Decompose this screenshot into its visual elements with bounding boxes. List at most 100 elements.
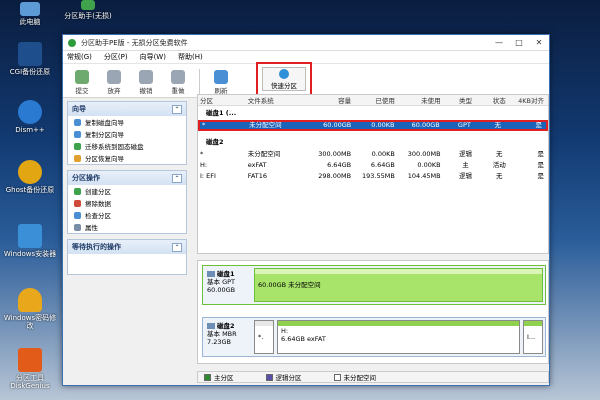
- key-icon: [18, 288, 42, 312]
- desktop: 此电脑 分区助手(无损) CGI备份还原 Dism++ Ghost备份还原 Wi…: [0, 0, 112, 400]
- op-wipe-data[interactable]: 擦除数据: [68, 197, 186, 209]
- disk-map: 磁盘1 基本 GPT 60.00GB 60.00GB 未分配空间 磁盘2 基本 …: [197, 260, 549, 364]
- wizard-item-copy-partition[interactable]: 复制分区向导: [68, 128, 186, 140]
- col-type[interactable]: 类型: [445, 95, 485, 105]
- legend-bar: 主分区 逻辑分区 未分配空间: [197, 371, 549, 383]
- menu-help[interactable]: 帮助(H): [178, 52, 203, 62]
- primary-swatch: [204, 373, 211, 381]
- partition-assistant-icon: [81, 0, 95, 10]
- disk1-map[interactable]: 磁盘1 基本 GPT 60.00GB 60.00GB 未分配空间: [202, 265, 546, 305]
- collapse-icon[interactable]: ⌃: [172, 104, 182, 114]
- ops-panel: 分区操作 ⌃ 创建分区 擦除数据 检查分区 属性: [67, 170, 187, 234]
- pending-panel-header[interactable]: 等待执行的操作 ⌃: [68, 240, 186, 254]
- table-row-disk1-unallocated[interactable]: * 未分配空间 60.00GB 0.00KB 60.00GB GPT 无 是: [198, 120, 548, 131]
- wipe-icon: [74, 199, 81, 207]
- redo-button[interactable]: 重做: [163, 70, 193, 95]
- disk1-unallocated-block[interactable]: 60.00GB 未分配空间: [254, 268, 543, 302]
- close-button[interactable]: ✕: [529, 38, 549, 47]
- desktop-icon-this-pc[interactable]: 此电脑: [2, 2, 58, 26]
- menu-general[interactable]: 常规(G): [67, 52, 92, 62]
- desktop-icon-diskgenius[interactable]: 分区工具DiskGenius: [2, 348, 58, 390]
- discard-icon: [107, 70, 121, 84]
- op-create-partition[interactable]: 创建分区: [68, 185, 186, 197]
- table-row[interactable]: H: exFAT 6.64GB 6.64GB 0.00KB 主活动是: [198, 160, 548, 171]
- col-4k-align[interactable]: 4KB对齐: [512, 95, 548, 105]
- discard-button[interactable]: 放弃: [99, 70, 129, 95]
- logical-swatch: [265, 373, 273, 381]
- ops-panel-header[interactable]: 分区操作 ⌃: [68, 171, 186, 185]
- recovery-icon: [74, 154, 81, 162]
- op-check-partition[interactable]: 检查分区: [68, 209, 186, 221]
- copy-disk-icon: [74, 118, 81, 126]
- migrate-icon: [74, 142, 81, 150]
- col-used[interactable]: 已使用: [355, 95, 399, 105]
- create-icon: [74, 187, 81, 195]
- disk1-info: 磁盘1 基本 GPT 60.00GB: [207, 270, 236, 294]
- disk1-group-label: 磁盘1 (...: [206, 109, 237, 117]
- disk-icon: [207, 271, 215, 277]
- title-bar: 分区助手PE版 - 无损分区免费软件 — □ ✕: [63, 35, 549, 51]
- disk2-group-label: 磁盘2: [206, 138, 224, 146]
- wizard-item-recovery[interactable]: 分区恢复向导: [68, 152, 186, 164]
- toolbar-separator: [199, 69, 200, 95]
- desktop-icon-windows-installer[interactable]: Windows安装器: [2, 224, 58, 258]
- usage-bar: [255, 269, 542, 274]
- table-header: 分区 文件系统 容量 已使用 未使用 类型 状态 4KB对齐: [198, 95, 548, 106]
- desktop-icon-partition-assistant[interactable]: 分区助手(无损): [58, 0, 118, 20]
- wizard-item-copy-disk[interactable]: 复制磁盘向导: [68, 116, 186, 128]
- refresh-icon: [214, 70, 228, 84]
- app-icon: [67, 37, 77, 48]
- pending-list: [68, 254, 186, 274]
- desktop-icon-dism[interactable]: Dism++: [2, 100, 58, 134]
- table-row[interactable]: I: EFI FAT16 298.00MB 193.55MB 104.45MB 逻辑无是: [198, 171, 548, 182]
- redo-icon: [171, 70, 185, 84]
- minimize-button[interactable]: —: [489, 38, 509, 47]
- left-sidebar: 向导 ⌃ 复制磁盘向导 复制分区向导 迁移系统到固态磁盘 分区恢复向导 分区操作 ⌃…: [67, 101, 187, 361]
- gear-icon: [18, 100, 42, 124]
- app-window: 分区助手PE版 - 无损分区免费软件 — □ ✕ 常规(G) 分区(P) 向导(…: [62, 34, 550, 386]
- toolbar: 提交 放弃 撤销 重做 刷新 快速分区: [63, 62, 549, 98]
- table-row[interactable]: * 未分配空间 300.00MB 0.00KB 300.00MB 逻辑无是: [198, 149, 548, 160]
- pending-panel: 等待执行的操作 ⌃: [67, 239, 187, 275]
- quick-partition-button[interactable]: 快速分区: [262, 67, 306, 91]
- col-capacity[interactable]: 容量: [305, 95, 355, 105]
- usage-bar: [524, 321, 542, 326]
- partition-table: 分区 文件系统 容量 已使用 未使用 类型 状态 4KB对齐 磁盘1 (... …: [197, 94, 549, 254]
- disk-icon: [207, 323, 215, 329]
- wizard-panel-header[interactable]: 向导 ⌃: [68, 102, 186, 116]
- refresh-button[interactable]: 刷新: [206, 70, 236, 95]
- wizard-item-migrate-os[interactable]: 迁移系统到固态磁盘: [68, 140, 186, 152]
- menu-partition[interactable]: 分区(P): [104, 52, 128, 62]
- maximize-button[interactable]: □: [509, 38, 529, 47]
- diskgenius-icon: [18, 348, 42, 372]
- col-unused[interactable]: 未使用: [399, 95, 445, 105]
- computer-icon: [20, 2, 40, 16]
- undo-button[interactable]: 撤销: [131, 70, 161, 95]
- checkmark-icon: [75, 70, 89, 84]
- unallocated-swatch: [333, 373, 341, 381]
- collapse-icon[interactable]: ⌃: [172, 173, 182, 183]
- desktop-icon-ghost[interactable]: Ghost备份还原: [2, 160, 58, 194]
- col-partition[interactable]: 分区: [198, 95, 246, 105]
- copy-partition-icon: [74, 130, 81, 138]
- cgi-icon: [18, 42, 42, 66]
- col-filesystem[interactable]: 文件系统: [246, 95, 306, 105]
- commit-button[interactable]: 提交: [67, 70, 97, 95]
- disk2-map[interactable]: 磁盘2 基本 MBR 7.23GB *. H: 6.64GB exFAT I..…: [202, 317, 546, 357]
- usage-bar: [255, 321, 273, 326]
- legend-unallocated: 未分配空间: [333, 372, 376, 382]
- col-status[interactable]: 状态: [484, 95, 512, 105]
- quick-partition-highlight: 快速分区: [256, 62, 312, 96]
- properties-icon: [74, 223, 81, 231]
- legend-primary: 主分区: [204, 372, 234, 382]
- op-properties[interactable]: 属性: [68, 221, 186, 233]
- quick-partition-icon: [279, 69, 289, 79]
- window-title: 分区助手PE版 - 无损分区免费软件: [81, 38, 188, 47]
- disk2-part-h[interactable]: H: 6.64GB exFAT: [277, 320, 520, 354]
- disk2-part-unallocated[interactable]: *.: [254, 320, 274, 354]
- collapse-icon[interactable]: ⌃: [172, 242, 182, 252]
- desktop-icon-cgi[interactable]: CGI备份还原: [2, 42, 58, 76]
- menu-wizard[interactable]: 向导(W): [140, 52, 166, 62]
- desktop-icon-password[interactable]: Windows密码修改: [2, 288, 58, 330]
- disk2-part-i[interactable]: I...: [523, 320, 543, 354]
